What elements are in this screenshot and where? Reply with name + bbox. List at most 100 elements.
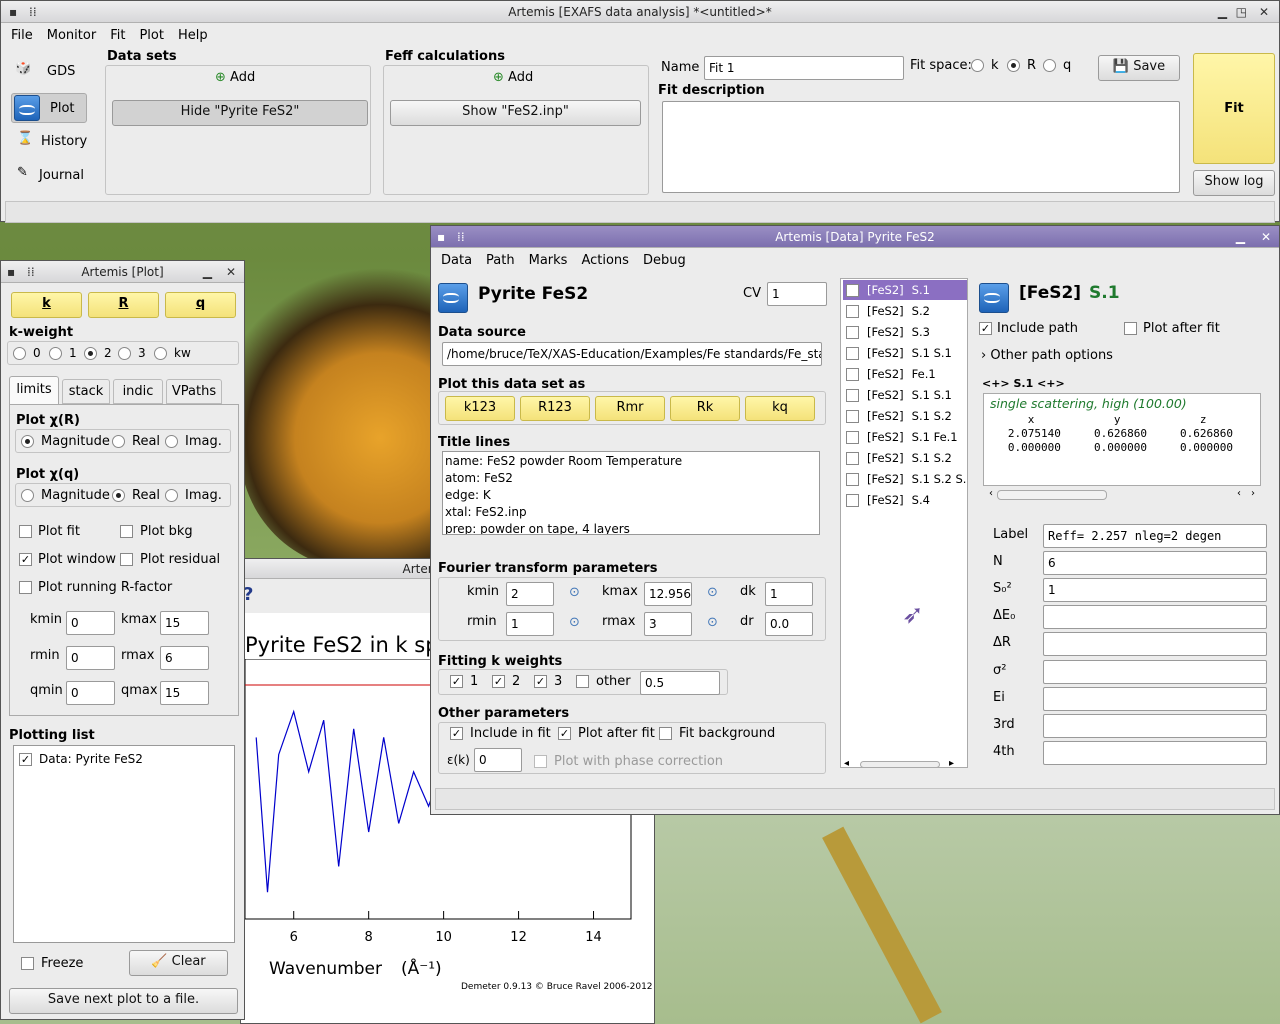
hide-dataset-button[interactable]: Hide "Pyrite FeS2" (112, 100, 368, 126)
param-input[interactable] (1043, 659, 1267, 684)
tab-stack[interactable]: stack (62, 379, 110, 404)
side-plot[interactable]: Plot (11, 93, 87, 123)
close-icon[interactable]: ✕ (1261, 229, 1271, 245)
param-input[interactable] (1043, 740, 1267, 765)
plot-r-button[interactable]: R (88, 292, 159, 318)
path-geometry-scrollbar[interactable]: ‹ ‹ › (983, 488, 1261, 502)
fit-button[interactable]: Fit (1193, 53, 1275, 164)
menu-plot[interactable]: Plot (139, 28, 164, 43)
kw-0-radio[interactable] (13, 347, 26, 360)
path-list-item[interactable]: [FeS2] S.1 S.1 (843, 343, 967, 363)
path-checkbox[interactable] (846, 389, 859, 402)
ft-kmax-input[interactable]: 12.956 (644, 582, 692, 606)
plot-q-button[interactable]: q (165, 292, 236, 318)
chir-imag-radio[interactable] (165, 435, 178, 448)
chiq-magnitude-radio[interactable] (21, 489, 34, 502)
minimize-icon[interactable]: ▁ (1218, 4, 1227, 20)
ft-dk-input[interactable]: 1 (765, 582, 813, 606)
path-list-item[interactable]: [FeS2] S.4 (843, 490, 967, 510)
qmin-input[interactable]: 0 (66, 681, 115, 705)
window-menu-icon[interactable]: ▪ (7, 264, 15, 280)
close-icon[interactable]: ✕ (1259, 4, 1269, 20)
menu-help[interactable]: Help (178, 28, 208, 43)
plot-list-item[interactable]: Data: Pyrite FeS2 (39, 752, 143, 766)
rmax-input[interactable]: 6 (160, 646, 209, 670)
plot-rfactor-checkbox[interactable] (19, 581, 32, 594)
save-button[interactable]: 💾 Save (1098, 55, 1180, 81)
data-source-input[interactable]: /home/bruce/TeX/XAS-Education/Examples/F… (442, 342, 822, 366)
path-checkbox[interactable] (846, 368, 859, 381)
path-list-item[interactable]: [FeS2] S.2 (843, 301, 967, 321)
plot-residual-checkbox[interactable] (120, 553, 133, 566)
path-checkbox[interactable] (846, 347, 859, 360)
menu-fit[interactable]: Fit (110, 28, 125, 43)
path-list-item[interactable]: [FeS2] S.1 S.2 (843, 448, 967, 468)
fit-name-input[interactable]: Fit 1 (704, 56, 904, 80)
kw-3-radio[interactable] (118, 347, 131, 360)
chiq-imag-radio[interactable] (165, 489, 178, 502)
menu-data[interactable]: Data (441, 253, 472, 268)
kmin-input[interactable]: 0 (66, 611, 115, 635)
plot-r123-button[interactable]: R123 (520, 396, 590, 421)
path-list-item[interactable]: [FeS2] S.1 Fe.1 (843, 427, 967, 447)
kw2-checkbox[interactable]: ✓ (492, 675, 505, 688)
side-history[interactable]: ⌛ History (11, 129, 91, 155)
path-checkbox[interactable] (846, 326, 859, 339)
save-next-plot-button[interactable]: Save next plot to a file. (9, 988, 238, 1014)
path-checkbox[interactable] (846, 431, 859, 444)
rmin-input[interactable]: 0 (66, 646, 115, 670)
path-list[interactable]: [FeS2] S.1 [FeS2] S.2 [FeS2] S.3 [FeS2] S.1 S.1… (840, 278, 968, 768)
maximize-icon[interactable]: ◳ (1236, 4, 1247, 20)
menu-debug[interactable]: Debug (643, 253, 686, 268)
path-list-item[interactable]: [FeS2] S.1 S.2 S. (843, 469, 967, 489)
plot-k123-button[interactable]: k123 (445, 396, 515, 421)
freeze-checkbox[interactable] (21, 957, 34, 970)
window-menu-icon[interactable]: ▪ (9, 4, 17, 20)
tab-vpaths[interactable]: VPaths (166, 379, 222, 404)
ft-rmin-input[interactable]: 1 (506, 612, 554, 636)
fit-description-input[interactable] (662, 101, 1180, 193)
pick-rmin-icon[interactable]: ⊙ (569, 615, 580, 630)
plot-rmr-button[interactable]: Rmr (595, 396, 665, 421)
tab-indic[interactable]: indic (113, 379, 163, 404)
pick-rmax-icon[interactable]: ⊙ (707, 615, 718, 630)
kw-2-radio[interactable] (84, 347, 97, 360)
menu-monitor[interactable]: Monitor (47, 28, 96, 43)
plot-bkg-checkbox[interactable] (120, 525, 133, 538)
menu-file[interactable]: File (11, 28, 33, 43)
fitspace-k-radio[interactable] (971, 59, 984, 72)
param-input[interactable] (1043, 632, 1267, 657)
menu-actions[interactable]: Actions (581, 253, 629, 268)
kw-1-radio[interactable] (49, 347, 62, 360)
param-input[interactable] (1043, 686, 1267, 711)
other-path-options-expander[interactable]: › Other path options (981, 348, 1113, 363)
path-list-item[interactable]: [FeS2] Fe.1 (843, 364, 967, 384)
clear-button[interactable]: 🧹 Clear (129, 950, 228, 976)
path-checkbox[interactable] (846, 494, 859, 507)
fitspace-r-radio[interactable] (1007, 59, 1020, 72)
data-plot-icon[interactable] (438, 283, 468, 313)
add-feff-button[interactable]: ⊕ Add (493, 70, 533, 85)
path-list-item[interactable]: [FeS2] S.1 (843, 280, 967, 300)
pick-kmin-icon[interactable]: ⊙ (569, 585, 580, 600)
window-menu-icon[interactable]: ▪ (437, 229, 445, 245)
pick-kmax-icon[interactable]: ⊙ (707, 585, 718, 600)
kw-other-checkbox[interactable] (576, 675, 589, 688)
chiq-real-radio[interactable] (112, 489, 125, 502)
path-checkbox[interactable] (846, 284, 859, 297)
ft-kmin-input[interactable]: 2 (506, 582, 554, 606)
path-navigation[interactable]: <+> S.1 <+> (982, 377, 1065, 390)
param-input[interactable]: Reff= 2.257 nleg=2 degen (1043, 524, 1267, 548)
cv-input[interactable]: 1 (767, 282, 827, 306)
path-checkbox[interactable] (846, 305, 859, 318)
qmax-input[interactable]: 15 (160, 681, 209, 705)
ft-rmax-input[interactable]: 3 (644, 612, 692, 636)
param-input[interactable]: 1 (1043, 578, 1267, 603)
path-plot-icon[interactable] (979, 283, 1009, 313)
title-lines-textarea[interactable]: name: FeS2 powder Room Temperature atom:… (442, 451, 820, 535)
path-list-item[interactable]: [FeS2] S.1 S.2 (843, 406, 967, 426)
plot-item-checkbox[interactable]: ✓ (19, 753, 32, 766)
kmax-input[interactable]: 15 (160, 611, 209, 635)
path-checkbox[interactable] (846, 410, 859, 423)
chir-real-radio[interactable] (112, 435, 125, 448)
